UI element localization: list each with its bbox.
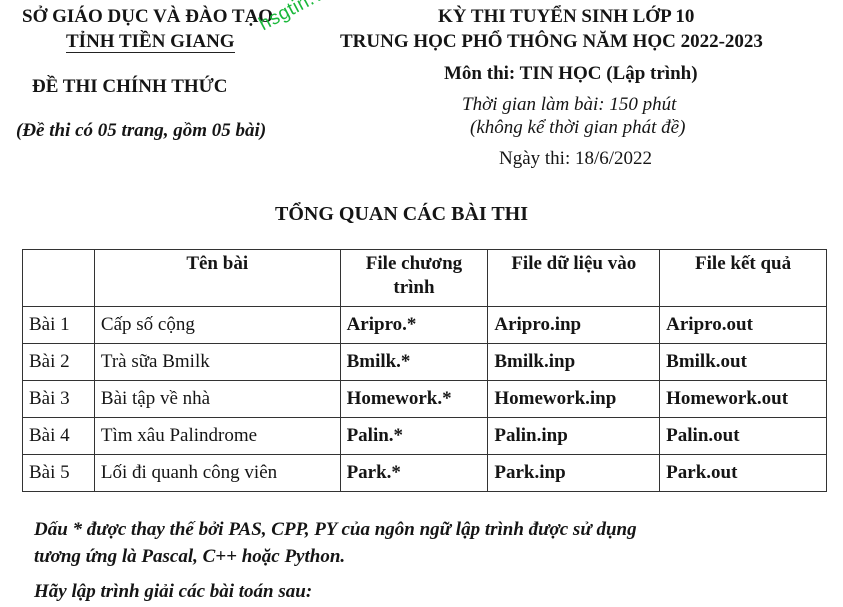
pages-note: (Đề thi có 05 trang, gồm 05 bài) bbox=[16, 120, 267, 141]
instruction-text: Hãy lập trình giải các bài toán sau: bbox=[34, 581, 313, 602]
program-file: Palin.* bbox=[339, 417, 489, 455]
problem-index: Bài 4 bbox=[22, 417, 95, 455]
duration-label: Thời gian làm bài: 150 phút bbox=[462, 94, 677, 115]
column-header-input-file: File dữ liệu vào bbox=[487, 249, 661, 307]
program-file: Park.* bbox=[339, 454, 489, 492]
column-header-index bbox=[22, 249, 95, 307]
input-file: Aripro.inp bbox=[487, 306, 661, 344]
exam-title: KỲ THI TUYỂN SINH LỚP 10 bbox=[438, 6, 695, 27]
official-exam-label: ĐỀ THI CHÍNH THỨC bbox=[32, 76, 228, 97]
program-file: Homework.* bbox=[339, 380, 489, 418]
province-name: TỈNH TIỀN GIANG bbox=[66, 31, 235, 53]
problem-name: Lối đi quanh công viên bbox=[93, 454, 341, 492]
column-header-name: Tên bài bbox=[93, 249, 341, 307]
exam-subtitle: TRUNG HỌC PHỔ THÔNG NĂM HỌC 2022-2023 bbox=[340, 31, 763, 52]
column-header-output-file: File kết quả bbox=[659, 249, 827, 307]
problem-index: Bài 5 bbox=[22, 454, 95, 492]
column-header-program-file: File chương trình bbox=[339, 249, 489, 307]
province-label: TỈNH TIỀN GIANG bbox=[66, 31, 235, 53]
column-header-input-file-label: File dữ liệu vào bbox=[511, 253, 637, 274]
input-file: Park.inp bbox=[487, 454, 661, 492]
output-file: Park.out bbox=[659, 454, 827, 492]
language-note-line-1: Dấu * được thay thế bởi PAS, CPP, PY của… bbox=[34, 519, 637, 540]
overview-table: Tên bài File chương trình File dữ liệu v… bbox=[22, 249, 827, 492]
problem-index: Bài 3 bbox=[22, 380, 95, 418]
table-row: Bài 5 Lối đi quanh công viên Park.* Park… bbox=[22, 454, 827, 492]
problem-name: Tìm xâu Palindrome bbox=[93, 417, 341, 455]
table-row: Bài 4 Tìm xâu Palindrome Palin.* Palin.i… bbox=[22, 417, 827, 455]
output-file: Homework.out bbox=[659, 380, 827, 418]
language-note-line-2: tương ứng là Pascal, C++ hoặc Python. bbox=[34, 546, 346, 567]
problem-name: Trà sữa Bmilk bbox=[93, 343, 341, 381]
input-file: Homework.inp bbox=[487, 380, 661, 418]
table-row: Bài 2 Trà sữa Bmilk Bmilk.* Bmilk.inp Bm… bbox=[22, 343, 827, 381]
output-file: Aripro.out bbox=[659, 306, 827, 344]
table-row: Bài 3 Bài tập về nhà Homework.* Homework… bbox=[22, 380, 827, 418]
table-header-row: Tên bài File chương trình File dữ liệu v… bbox=[22, 249, 827, 307]
problem-index: Bài 1 bbox=[22, 306, 95, 344]
input-file: Palin.inp bbox=[487, 417, 661, 455]
department-name: SỞ GIÁO DỤC VÀ ĐÀO TẠO bbox=[22, 6, 274, 27]
problem-name: Cấp số cộng bbox=[93, 306, 341, 344]
problem-index: Bài 2 bbox=[22, 343, 95, 381]
input-file: Bmilk.inp bbox=[487, 343, 661, 381]
subject-label: Môn thi: TIN HỌC (Lập trình) bbox=[444, 63, 698, 84]
problem-name: Bài tập về nhà bbox=[93, 380, 341, 418]
column-header-program-file-label: File chương trình bbox=[365, 253, 463, 298]
overview-heading: TỔNG QUAN CÁC BÀI THI bbox=[275, 203, 528, 225]
program-file: Aripro.* bbox=[339, 306, 489, 344]
duration-note: (không kể thời gian phát đề) bbox=[470, 117, 686, 138]
table-row: Bài 1 Cấp số cộng Aripro.* Aripro.inp Ar… bbox=[22, 306, 827, 344]
exam-date: Ngày thi: 18/6/2022 bbox=[499, 148, 653, 169]
output-file: Palin.out bbox=[659, 417, 827, 455]
program-file: Bmilk.* bbox=[339, 343, 489, 381]
output-file: Bmilk.out bbox=[659, 343, 827, 381]
